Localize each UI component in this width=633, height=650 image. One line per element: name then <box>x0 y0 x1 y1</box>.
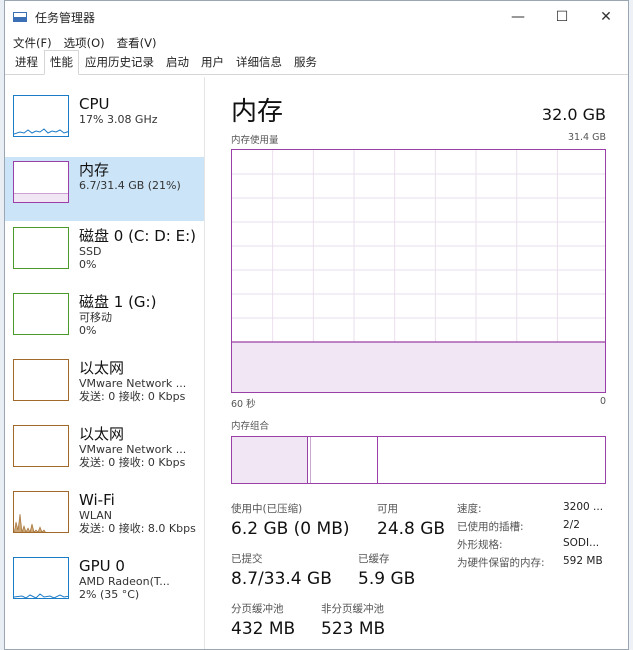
memory-detail-panel: 内存 32.0 GB 内存使用量 31.4 GB 60 秒 0 内存组合 使用中… <box>205 77 628 649</box>
form-factor-label: 外形规格: <box>457 539 503 551</box>
menu-options[interactable]: 选项(O) <box>64 35 105 51</box>
sidebar-item-gpu[interactable]: GPU 0 AMD Radeon(T... 2% (35 °C) <box>5 553 204 617</box>
sidebar-item-sub2: 0% <box>79 258 97 272</box>
speed-value: 3200 ... <box>563 501 604 513</box>
hardware-reserved-value: 592 MB <box>563 555 603 567</box>
available-label: 可用 <box>377 503 398 515</box>
tab-details[interactable]: 详细信息 <box>230 50 288 74</box>
form-factor-value: SODI... <box>563 537 600 549</box>
cpu-thumbnail-graph <box>13 95 69 137</box>
cached-label: 已缓存 <box>358 553 390 565</box>
menu-view[interactable]: 查看(V) <box>117 35 157 51</box>
sidebar-item-ethernet-2[interactable]: 以太网 VMware Network ... 发送: 0 接收: 0 Kbps <box>5 421 204 485</box>
sidebar-item-ethernet-1[interactable]: 以太网 VMware Network ... 发送: 0 接收: 0 Kbps <box>5 355 204 419</box>
sidebar-item-sub: AMD Radeon(T... <box>79 575 170 588</box>
disk0-thumbnail-graph <box>13 227 69 269</box>
menu-file[interactable]: 文件(F) <box>13 35 52 51</box>
composition-in-use <box>232 437 308 483</box>
memory-composition-bar <box>231 436 606 484</box>
sidebar-item-memory[interactable]: 内存 6.7/31.4 GB (21%) <box>5 157 204 221</box>
speed-label: 速度: <box>457 503 482 515</box>
sidebar-item-sub: SSD <box>79 245 102 258</box>
memory-usage-graph <box>231 149 606 393</box>
sidebar-item-sub2: 0% <box>79 324 97 338</box>
sidebar-item-sub: VMware Network ... <box>79 377 187 390</box>
page-title: 内存 <box>231 97 284 127</box>
sidebar-item-sub: VMware Network ... <box>79 443 187 456</box>
sidebar-item-title: Wi-Fi <box>79 491 115 509</box>
sidebar-item-sub: WLAN <box>79 509 113 522</box>
memory-usage-fill <box>232 342 605 392</box>
memory-thumbnail-graph <box>13 161 69 203</box>
sidebar-item-sub: 6.7/31.4 GB (21%) <box>79 179 181 192</box>
tab-services[interactable]: 服务 <box>288 50 323 74</box>
nonpaged-pool-label: 非分页缓冲池 <box>321 603 384 615</box>
title-bar: 任务管理器 — ☐ ✕ <box>5 1 628 33</box>
cached-value: 5.9 GB <box>358 569 416 589</box>
sidebar-item-disk-0[interactable]: 磁盘 0 (C: D: E:) SSD 0% <box>5 223 204 287</box>
gpu-thumbnail-graph <box>13 557 69 599</box>
sidebar-item-title: CPU <box>79 95 110 113</box>
slots-value: 2/2 <box>563 519 580 531</box>
minimize-button[interactable]: — <box>496 1 540 33</box>
hardware-reserved-label: 为硬件保留的内存: <box>457 557 545 569</box>
sidebar-item-sub: 可移动 <box>79 311 112 324</box>
tab-app-history[interactable]: 应用历史记录 <box>79 50 160 74</box>
maximize-button[interactable]: ☐ <box>540 1 584 33</box>
available-value: 24.8 GB <box>377 519 446 539</box>
sidebar-item-title: 磁盘 0 (C: D: E:) <box>79 227 196 245</box>
total-memory: 32.0 GB <box>541 105 606 124</box>
usage-graph-label: 内存使用量 <box>231 135 279 146</box>
graph-axis-right: 0 <box>599 396 606 407</box>
sidebar-item-sub2: 发送: 0 接收: 8.0 Kbps <box>79 522 196 536</box>
committed-value: 8.7/33.4 GB <box>231 569 332 589</box>
sidebar-item-title: 内存 <box>79 161 110 179</box>
sidebar-item-title: 以太网 <box>79 425 125 443</box>
in-use-value: 6.2 GB (0 MB) <box>231 519 350 539</box>
task-manager-icon <box>13 12 27 22</box>
composition-label: 内存组合 <box>231 421 270 432</box>
disk1-thumbnail-graph <box>13 293 69 335</box>
sidebar-item-title: GPU 0 <box>79 557 125 575</box>
sidebar-item-sub2: 发送: 0 接收: 0 Kbps <box>79 390 186 404</box>
paged-pool-value: 432 MB <box>231 619 296 639</box>
task-manager-window: 任务管理器 — ☐ ✕ 文件(F) 选项(O) 查看(V) 进程 性能 应用历史… <box>4 0 629 650</box>
tab-performance[interactable]: 性能 <box>44 50 79 75</box>
tab-processes[interactable]: 进程 <box>9 50 44 74</box>
close-button[interactable]: ✕ <box>584 1 628 33</box>
sidebar-item-cpu[interactable]: CPU 17% 3.08 GHz <box>5 91 204 155</box>
sidebar-item-title: 以太网 <box>79 359 125 377</box>
sidebar-item-sub2: 2% (35 °C) <box>79 588 140 602</box>
tab-users[interactable]: 用户 <box>195 50 230 74</box>
wifi-thumbnail-graph <box>13 491 69 533</box>
paged-pool-label: 分页缓冲池 <box>231 603 284 615</box>
composition-cached <box>310 437 378 483</box>
graph-axis-left: 60 秒 <box>231 399 256 410</box>
sidebar-item-disk-1[interactable]: 磁盘 1 (G:) 可移动 0% <box>5 289 204 353</box>
tab-startup[interactable]: 启动 <box>160 50 195 74</box>
ethernet2-thumbnail-graph <box>13 425 69 467</box>
committed-label: 已提交 <box>231 553 263 565</box>
ethernet1-thumbnail-graph <box>13 359 69 401</box>
sidebar-item-wifi[interactable]: Wi-Fi WLAN 发送: 0 接收: 8.0 Kbps <box>5 487 204 551</box>
tab-strip: 进程 性能 应用历史记录 启动 用户 详细信息 服务 <box>5 50 628 75</box>
sidebar-item-title: 磁盘 1 (G:) <box>79 293 157 311</box>
slots-label: 已使用的插槽: <box>457 521 524 533</box>
sidebar-item-sub: 17% 3.08 GHz <box>79 113 158 126</box>
window-title: 任务管理器 <box>35 10 96 25</box>
nonpaged-pool-value: 523 MB <box>321 619 386 639</box>
in-use-label: 使用中(已压缩) <box>231 503 303 515</box>
performance-sidebar: CPU 17% 3.08 GHz 内存 6.7/31.4 GB (21%) 磁盘… <box>5 77 205 649</box>
sidebar-item-sub2: 发送: 0 接收: 0 Kbps <box>79 456 186 470</box>
usage-graph-max: 31.4 GB <box>567 132 606 143</box>
